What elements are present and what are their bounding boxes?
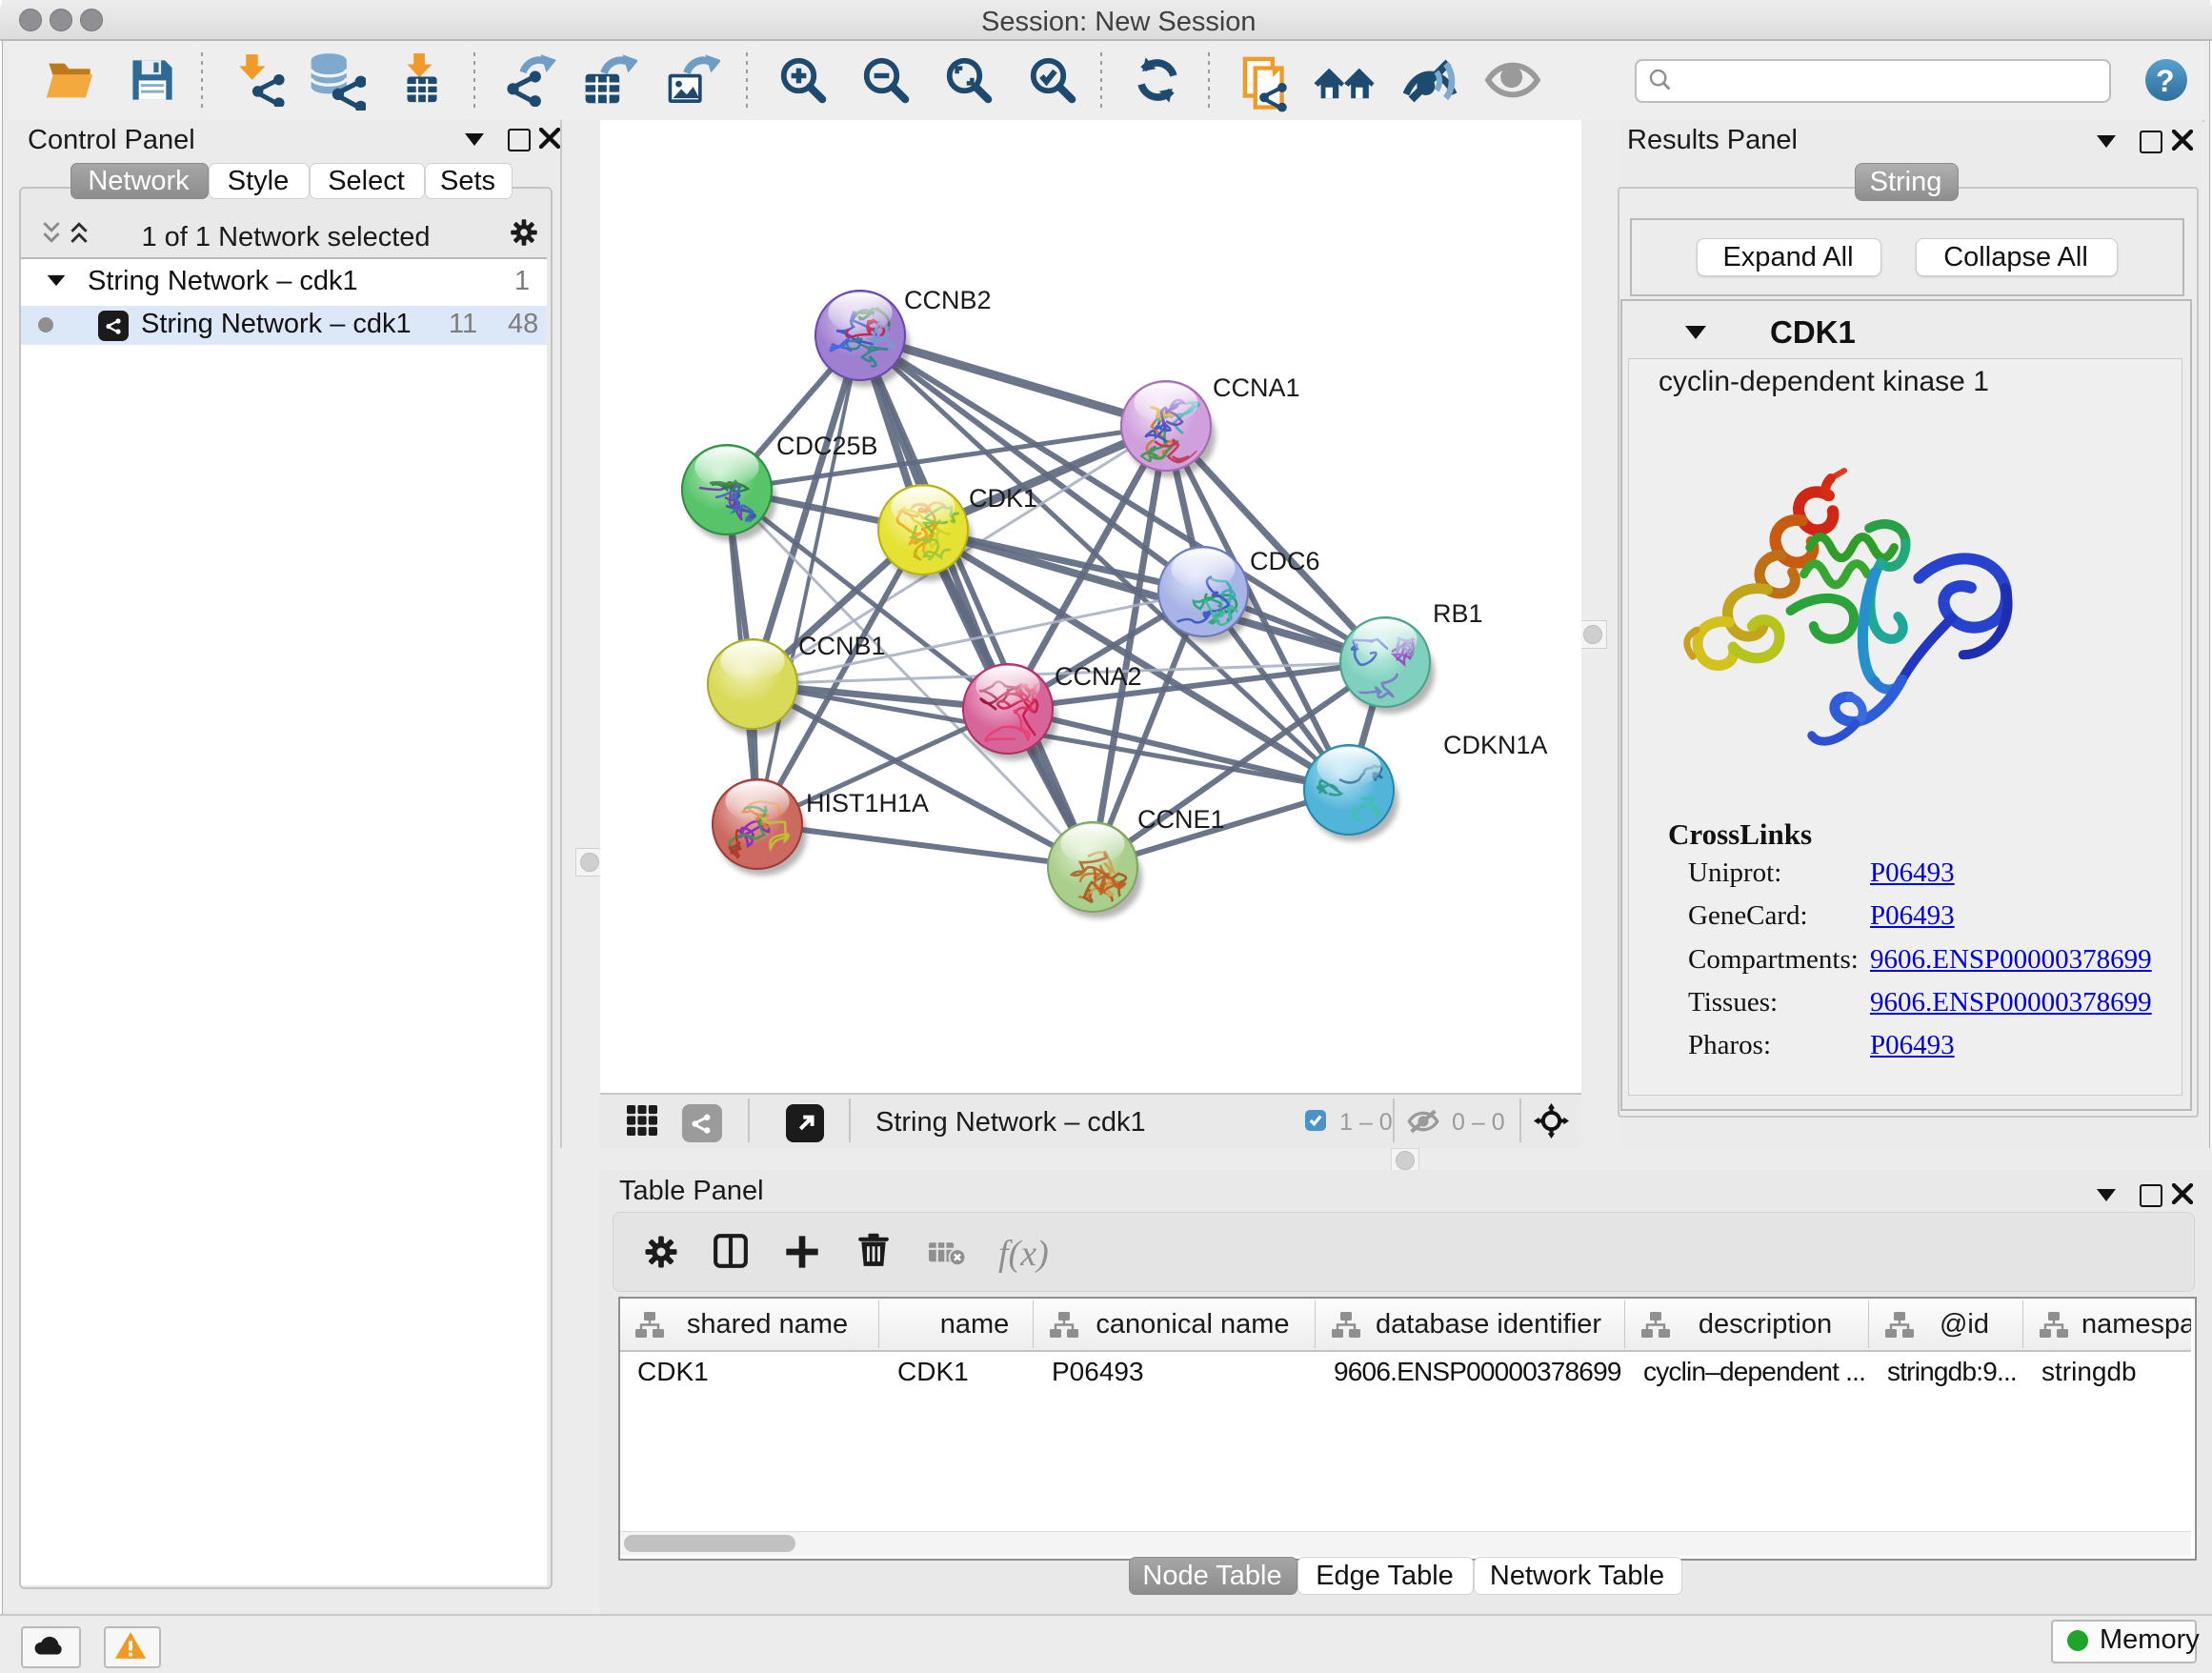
svg-text:CCNB1: CCNB1 (798, 632, 886, 660)
svg-text:HIST1H1A: HIST1H1A (806, 789, 929, 817)
svg-text:CDK1: CDK1 (969, 484, 1037, 513)
svg-text:RB1: RB1 (1433, 599, 1483, 628)
svg-text:CCNA2: CCNA2 (1055, 662, 1142, 691)
svg-text:CCNB2: CCNB2 (904, 286, 992, 314)
svg-text:CDC6: CDC6 (1250, 547, 1320, 575)
svg-text:CCNE1: CCNE1 (1137, 805, 1225, 834)
svg-text:CCNA1: CCNA1 (1213, 373, 1300, 402)
svg-text:CDC25B: CDC25B (776, 432, 878, 460)
svg-text:CDKN1A: CDKN1A (1443, 731, 1548, 759)
